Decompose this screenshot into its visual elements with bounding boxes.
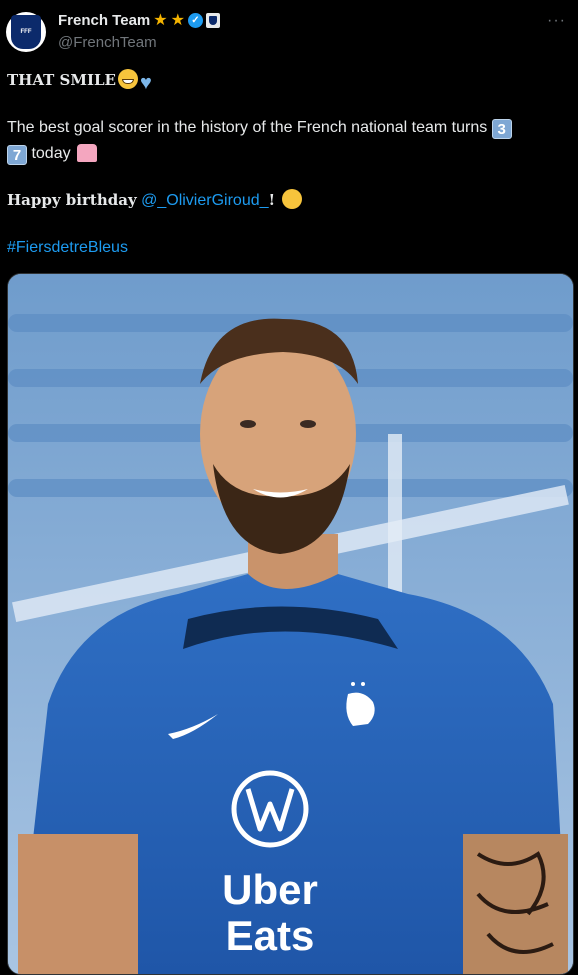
tweet-line-4: #FiersdetreBleus [7,235,567,261]
hashtag-link[interactable]: #FiersdetreBleus [7,239,128,256]
photo-illustration: Uber Eats [8,274,573,974]
tweet-text-exclaim: ! [268,191,276,209]
birthday-cake-icon [77,144,98,162]
avatar[interactable]: FFF [6,12,46,52]
star-icon: ★ [170,11,185,29]
tweet-text-birthday: Happy birthday [7,191,137,209]
fff-crest-icon: FFF [11,15,41,49]
account-name[interactable]: French Team [58,12,150,29]
more-options-icon[interactable]: ··· [547,12,566,30]
grinning-face-icon [117,69,138,89]
tweet-text-today: today [31,145,71,162]
name-row: French Team ★ ★ ✓ [58,12,220,29]
keycap-3-icon: 3 [491,119,512,139]
tweet-photo[interactable]: Uber Eats [7,273,574,975]
affiliate-badge-icon[interactable] [205,13,220,28]
tweet-line-2: The best goal scorer in the history of t… [7,115,567,167]
tweet-text-title: THAT SMILE [7,71,116,89]
jersey-text-uber: Uber [222,866,318,913]
mention-link[interactable]: @_OlivierGiroud_ [141,192,268,209]
tweet-text-body: The best goal scorer in the history of t… [7,119,488,136]
blue-heart-icon: ♥ [139,72,152,94]
tweet-line-3: Happy birthday @_OlivierGiroud_! [7,187,567,214]
partying-face-icon [281,189,302,209]
account-handle[interactable]: @FrenchTeam [58,34,157,51]
jersey-text-eats: Eats [226,912,315,959]
star-icon: ★ [153,11,168,29]
tweet-header: FFF French Team ★ ★ ✓ @FrenchTeam ··· [0,0,578,64]
keycap-7-icon: 7 [7,145,27,165]
verified-badge-icon[interactable]: ✓ [187,13,203,28]
tweet-line-1: THAT SMILE ♥ [7,67,567,94]
